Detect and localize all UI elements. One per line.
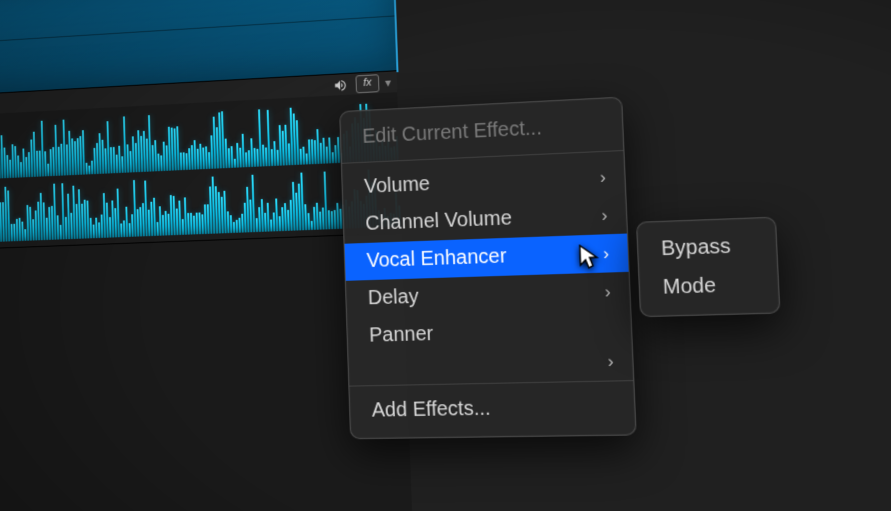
submenu-item-bypass[interactable]: Bypass	[637, 226, 777, 269]
menu-item-label: Add Effects...	[371, 397, 491, 422]
menu-item-blank-submenu[interactable]: ›	[348, 349, 633, 380]
menu-item-label: Channel Volume	[365, 207, 512, 236]
submenu-item-mode[interactable]: Mode	[639, 265, 779, 308]
chevron-right-icon: ›	[600, 167, 607, 188]
chevron-right-icon: ›	[607, 351, 614, 372]
fx-icon[interactable]: fx	[355, 74, 379, 93]
chevron-right-icon: ›	[601, 205, 608, 226]
chevron-right-icon: ›	[603, 243, 610, 264]
menu-edit-current-effect: Edit Current Effect...	[340, 106, 623, 157]
menu-item-label: Mode	[662, 274, 716, 300]
menu-item-label: Volume	[364, 173, 431, 199]
menu-item-label: Bypass	[661, 235, 732, 261]
speaker-icon[interactable]	[330, 76, 350, 95]
menu-item-add-effects[interactable]: Add Effects...	[350, 387, 636, 430]
menu-separator	[349, 380, 633, 387]
vocal-enhancer-submenu: Bypass Mode	[636, 217, 781, 318]
menu-item-label: Panner	[369, 323, 434, 348]
menu-item-panner[interactable]: Panner	[347, 310, 632, 355]
menu-item-label: Edit Current Effect...	[362, 117, 542, 149]
chevron-right-icon: ›	[604, 281, 611, 302]
menu-item-label: Delay	[368, 286, 419, 311]
track-menu-chevron-icon[interactable]: ▾	[385, 76, 391, 90]
menu-item-label: Vocal Enhancer	[366, 245, 507, 273]
effects-context-menu: Edit Current Effect... Volume › Channel …	[339, 97, 637, 440]
